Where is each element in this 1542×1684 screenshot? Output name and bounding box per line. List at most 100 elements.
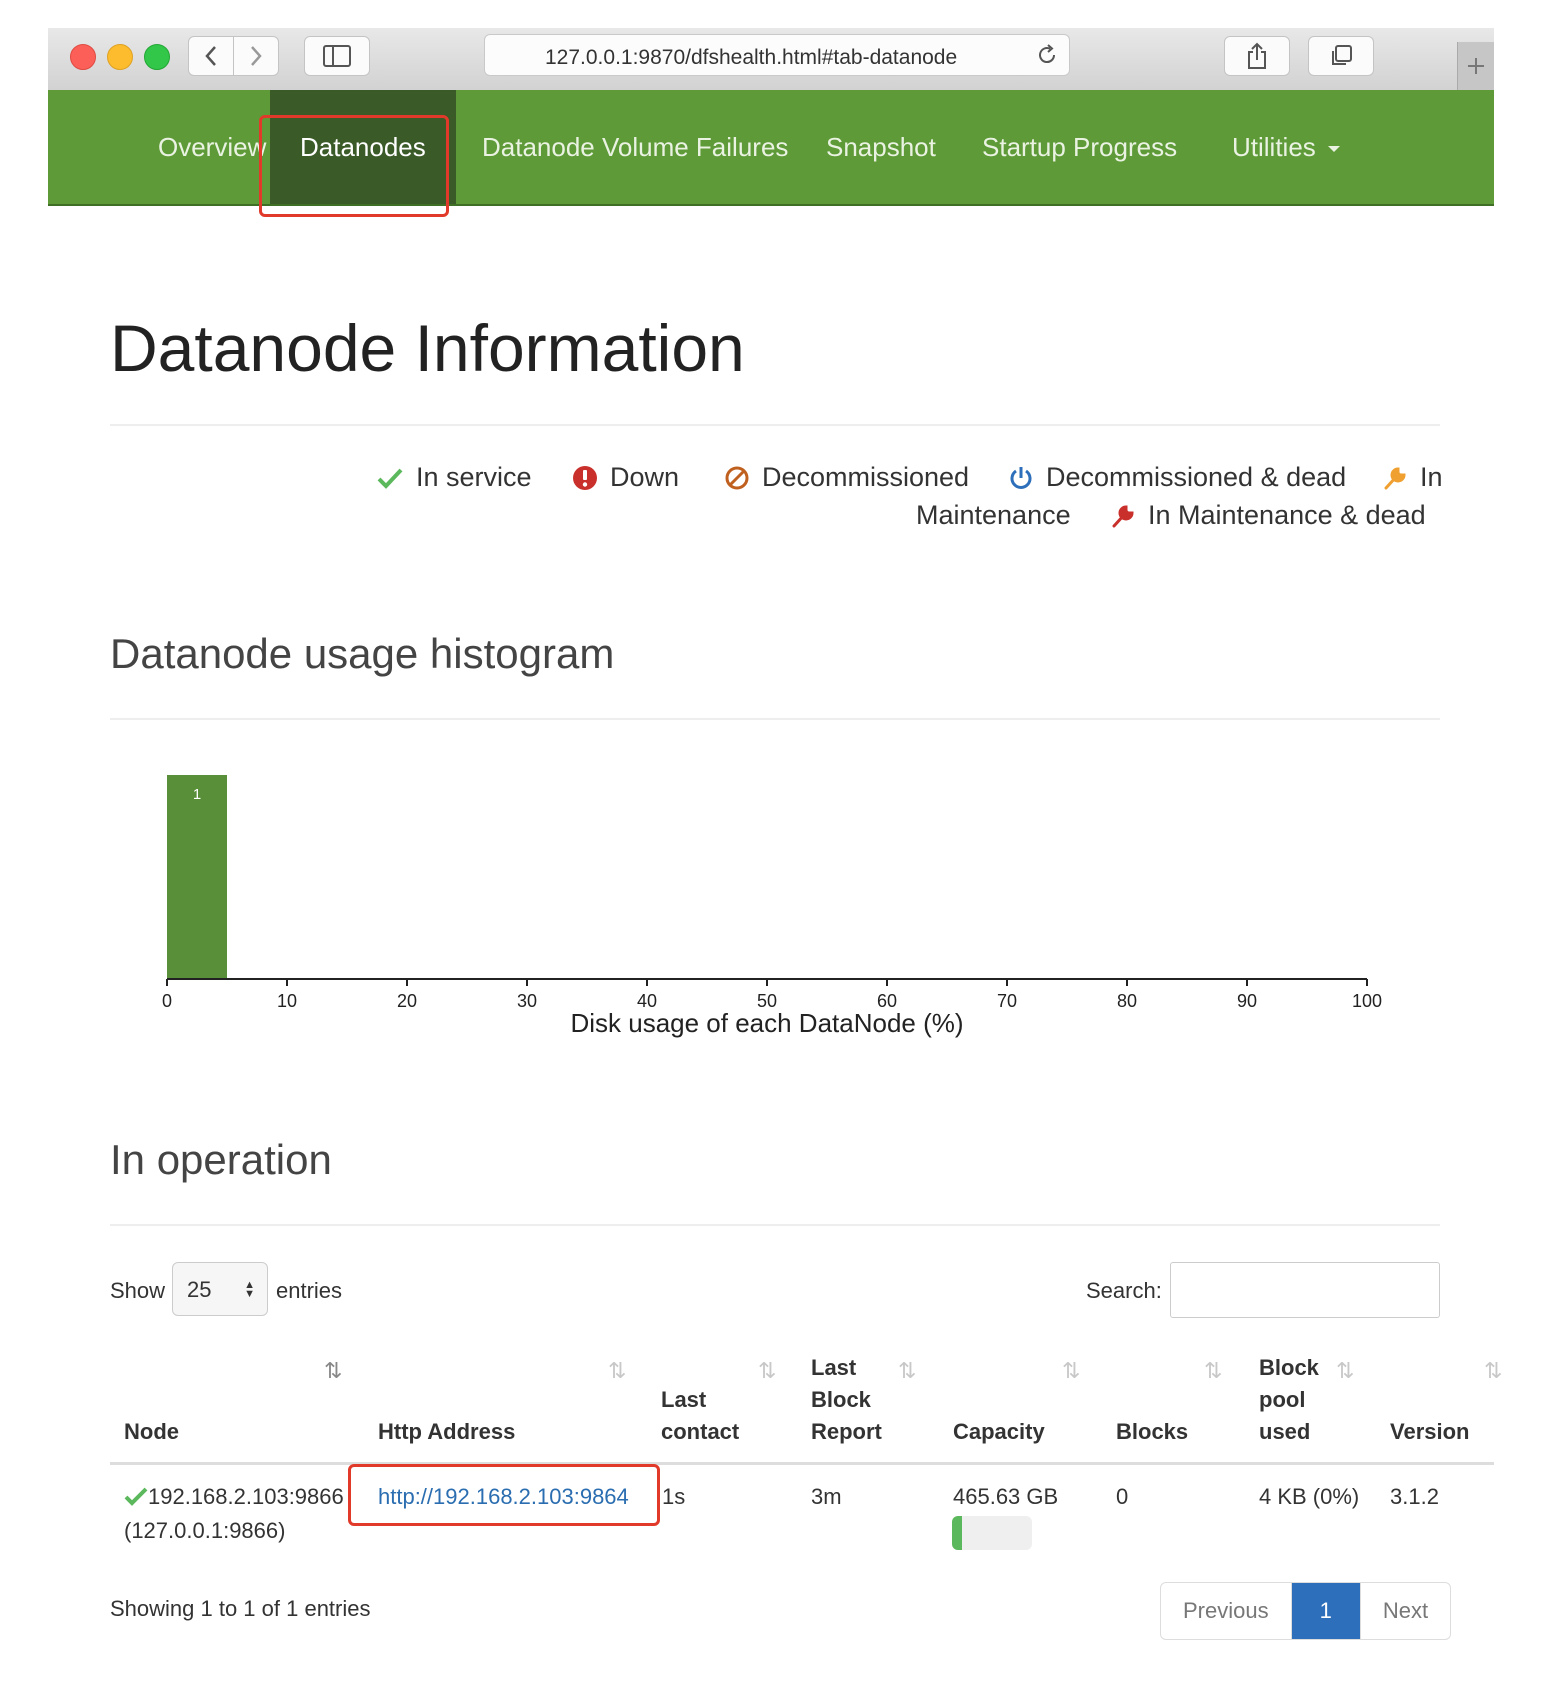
legend-label: Maintenance [916, 500, 1071, 530]
divider [110, 718, 1440, 720]
x-axis-label: Disk usage of each DataNode (%) [570, 1008, 963, 1038]
legend-in-maintenance: In [1382, 462, 1450, 493]
version-cell: 3.1.2 [1390, 1484, 1439, 1509]
updown-arrows-icon: ▲ ▼ [244, 1279, 255, 1300]
sort-asc-icon[interactable]: ⇅ [324, 1358, 342, 1384]
x-tick-label: 90 [1237, 991, 1257, 1011]
header-line: Last [811, 1355, 857, 1380]
tabs-overview-button[interactable] [1308, 36, 1374, 76]
legend-label: In Maintenance & dead [1148, 500, 1426, 530]
chevron-right-icon [251, 46, 262, 66]
chevron-left-icon [205, 46, 216, 66]
x-tick-label: 30 [517, 991, 537, 1011]
x-tick-label: 80 [1117, 991, 1137, 1011]
legend-decommissioned-dead: Decommissioned & dead [1008, 462, 1346, 493]
share-button[interactable] [1224, 36, 1290, 76]
check-icon [377, 468, 403, 489]
header-line: Block [1259, 1355, 1319, 1380]
column-header-node[interactable]: Node [124, 1416, 179, 1448]
legend-in-service: In service [376, 462, 532, 493]
node-cell: 192.168.2.103:9866 [124, 1484, 344, 1510]
header-line: pool [1259, 1387, 1306, 1412]
sort-icon[interactable]: ⇅ [1484, 1358, 1502, 1384]
blocks-cell: 0 [1116, 1484, 1129, 1509]
zoom-window-button[interactable] [144, 44, 170, 70]
column-header-blocks[interactable]: Blocks [1116, 1416, 1188, 1448]
sort-icon[interactable]: ⇅ [1336, 1358, 1354, 1384]
capacity-cell: 465.63 GB [953, 1484, 1059, 1509]
header-line: contact [661, 1419, 740, 1444]
reload-icon[interactable] [1035, 43, 1059, 67]
usage-histogram-chart: 1 0 10 20 30 40 50 60 70 80 90 100 Disk usage of e… [162, 775, 1382, 1038]
next-page-button[interactable]: Next [1361, 1583, 1450, 1639]
power-icon [1010, 466, 1032, 489]
tabs-icon [1332, 45, 1352, 65]
nav-snapshot[interactable]: Snapshot [796, 90, 966, 204]
share-icon [1248, 42, 1266, 69]
wrench-icon [1112, 504, 1134, 527]
capacity-usage-bar [952, 1516, 1032, 1550]
column-header-capacity[interactable]: Capacity [953, 1416, 1045, 1448]
forward-button[interactable] [233, 36, 279, 76]
column-header-last-block-report[interactable]: Last Block Report [811, 1352, 882, 1448]
legend-label: Decommissioned [762, 462, 970, 492]
nav-datanode-volume-failures[interactable]: Datanode Volume Failures [452, 90, 818, 204]
sort-icon[interactable]: ⇅ [758, 1358, 776, 1384]
sidebar-toggle-button[interactable] [304, 36, 370, 76]
node-local-address: (127.0.0.1:9866) [124, 1518, 286, 1543]
back-button[interactable] [188, 36, 234, 76]
column-header-block-pool-used[interactable]: Block pool used [1259, 1352, 1319, 1448]
sidebar-icon [323, 45, 351, 67]
column-header-last-contact[interactable]: Last contact [661, 1384, 739, 1448]
table-header-divider [110, 1462, 1494, 1465]
nav-utilities-dropdown[interactable]: Utilities [1202, 90, 1370, 204]
x-tick-label: 0 [162, 991, 172, 1011]
search-input[interactable] [1170, 1262, 1440, 1318]
histogram-bar [167, 775, 227, 979]
plus-icon [1468, 58, 1484, 74]
x-tick-label: 100 [1352, 991, 1382, 1011]
page-1-button[interactable]: 1 [1291, 1583, 1361, 1639]
header-line: Last [661, 1387, 707, 1412]
entries-select-value: 25 [187, 1277, 212, 1302]
block-pool-used-cell: 4 KB (0%) [1259, 1484, 1360, 1509]
column-header-http-address[interactable]: Http Address [378, 1416, 515, 1448]
x-tick-label: 70 [997, 991, 1017, 1011]
column-header-version[interactable]: Version [1390, 1416, 1469, 1448]
annotation-highlight-box [348, 1464, 660, 1526]
wrench-icon [1384, 466, 1406, 489]
minimize-window-button[interactable] [107, 44, 133, 70]
sort-icon[interactable]: ⇅ [608, 1358, 626, 1384]
search-label: Search: [1086, 1278, 1162, 1303]
check-icon [124, 1487, 148, 1506]
histogram-heading: Datanode usage histogram [110, 630, 615, 677]
nav-startup-progress[interactable]: Startup Progress [952, 90, 1207, 204]
x-tick-label: 20 [397, 991, 417, 1011]
sort-icon[interactable]: ⇅ [1204, 1358, 1222, 1384]
browser-toolbar: 127.0.0.1:9870/dfshealth.html#tab-datano… [48, 28, 1494, 91]
legend-label: In [1420, 462, 1443, 492]
node-address: 192.168.2.103:9866 [148, 1484, 344, 1509]
header-line: Block [811, 1387, 871, 1412]
x-tick-label: 10 [277, 991, 297, 1011]
legend-in-maintenance-dead: In Maintenance & dead [1110, 500, 1426, 531]
pagination: Previous 1 Next [1160, 1582, 1452, 1640]
header-line: Report [811, 1419, 882, 1444]
show-label: Show [110, 1278, 166, 1303]
close-window-button[interactable] [70, 44, 96, 70]
sort-icon[interactable]: ⇅ [898, 1358, 916, 1384]
sort-icon[interactable]: ⇅ [1062, 1358, 1080, 1384]
address-bar[interactable]: 127.0.0.1:9870/dfshealth.html#tab-datano… [484, 34, 1070, 76]
previous-page-button[interactable]: Previous [1161, 1583, 1292, 1639]
header-line: used [1259, 1419, 1311, 1444]
entries-per-page-select[interactable]: 25 ▲ ▼ [172, 1262, 268, 1316]
exclamation-icon [573, 465, 597, 490]
new-tab-button[interactable] [1457, 42, 1494, 90]
annotation-highlight-box [259, 115, 449, 217]
page-title: Datanode Information [110, 311, 745, 385]
url-text: 127.0.0.1:9870/dfshealth.html#tab-datano… [545, 46, 958, 69]
legend-in-maintenance-continued: Maintenance [916, 500, 1071, 531]
bar-data-label: 1 [193, 786, 201, 803]
entries-label: entries [276, 1278, 343, 1303]
legend-decommissioned: Decommissioned [724, 462, 969, 493]
